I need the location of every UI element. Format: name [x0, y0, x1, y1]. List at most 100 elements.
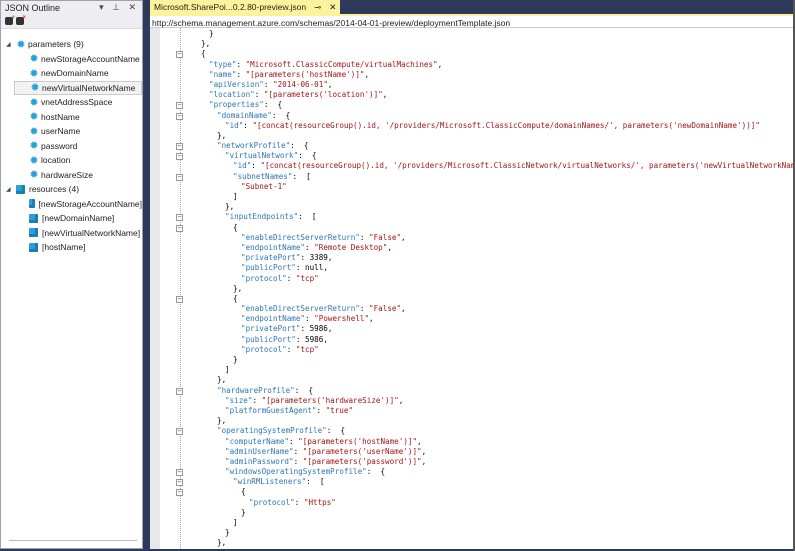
tree-item[interactable]: ✹ location [1, 153, 142, 168]
tree-item[interactable]: [newVirtualNetworkName] [1, 226, 142, 241]
json-punct: { [233, 222, 238, 232]
json-string: "Https" [303, 497, 336, 507]
code-line: "privatePort": 5986, [150, 324, 793, 334]
tree-item[interactable]: ✹ hardwareSize [1, 168, 142, 183]
tab-active-document[interactable]: Microsoft.SharePoi...0.2.80-preview.json… [150, 0, 341, 14]
json-key: "id" [225, 120, 244, 130]
tree-item[interactable]: ✹ newVirtualNetworkName [14, 80, 142, 95]
code-line: "id": "[concat(resourceGroup().id, '/pro… [150, 161, 795, 171]
pin-icon[interactable]: ⊸ [314, 2, 321, 12]
gear-icon: ✹ [29, 169, 39, 182]
json-string: "[parameters('hostName')]" [245, 69, 365, 79]
code-text: "privatePort": 5986, [241, 324, 332, 334]
gear-icon: ✹ [29, 67, 39, 80]
colon: : [295, 263, 306, 273]
tree-item[interactable]: [hostName] [1, 240, 142, 255]
close-icon[interactable]: ✕ [329, 2, 336, 12]
expand-triangle-icon[interactable]: ◢ [6, 186, 14, 193]
json-string: "Microsoft.ClassicCompute/virtualMachine… [245, 59, 438, 69]
tree-item[interactable]: ✹ hostName [1, 110, 142, 125]
colon: : [300, 324, 310, 334]
json-punct: } [241, 507, 246, 517]
fold-toggle-icon[interactable]: − [176, 489, 183, 497]
tree-item[interactable]: [newDomainName] [1, 211, 142, 226]
json-punct: [ [315, 477, 325, 487]
panel-window-controls[interactable]: ▾ ⊥ ✕ [99, 2, 139, 13]
tree-item[interactable]: ✹ newStorageAccountName [1, 52, 142, 67]
code-text: "protocol": "Https" [249, 498, 336, 508]
code-line: } [150, 355, 793, 365]
json-punct: }, [233, 283, 243, 293]
tree-group-label: parameters (9) [28, 39, 84, 50]
fold-toggle-icon[interactable]: − [176, 469, 183, 477]
colon: : [294, 497, 304, 507]
code-text: "inputEndpoints": [ [225, 212, 316, 222]
fold-toggle-icon[interactable]: − [176, 428, 183, 436]
tree-group-1[interactable]: ◢ resources (4) [1, 182, 142, 197]
json-key: "protocol" [241, 273, 287, 283]
json-punct: [ [301, 171, 311, 181]
add-node-icon[interactable]: + [5, 15, 15, 25]
tree-item[interactable]: ✹ password [1, 139, 142, 154]
fold-toggle-icon[interactable]: − [176, 479, 183, 487]
code-line: "endpointName": "Remote Desktop", [150, 243, 793, 253]
schema-url: http://schema.management.azure.com/schem… [152, 18, 511, 28]
fold-toggle-icon[interactable]: − [176, 224, 183, 232]
tree-item[interactable]: [newStorageAccountName] [1, 197, 142, 212]
code-line: − "properties": { [150, 100, 793, 110]
fold-toggle-icon[interactable]: − [176, 143, 183, 151]
fold-toggle-icon[interactable]: − [176, 214, 183, 222]
code-line: }, [150, 375, 793, 385]
tree-item-label: userName [41, 126, 81, 137]
code-text: "protocol": "tcp" [241, 345, 319, 355]
json-string: "[parameters('password')]" [302, 456, 422, 466]
json-punct: , [421, 456, 427, 466]
colon: : [359, 232, 370, 242]
code-text: "location": "[parameters('location')]", [209, 90, 387, 100]
code-line: "name": "[parameters('hostName')]", [150, 70, 793, 80]
json-key: "size" [225, 395, 253, 405]
expand-triangle-icon[interactable]: ◢ [6, 41, 14, 48]
json-punct: { [233, 293, 238, 303]
code-area[interactable]: }}, −{"type": "Microsoft.ClassicCompute/v… [150, 29, 795, 549]
remove-node-icon[interactable]: × [16, 15, 26, 25]
colon: : [236, 59, 246, 69]
fold-toggle-icon[interactable]: − [176, 387, 183, 395]
fold-toggle-icon[interactable]: − [176, 102, 183, 110]
gear-icon: ✹ [29, 53, 39, 66]
fold-toggle-icon[interactable]: − [176, 153, 183, 161]
tree-item-label: [newVirtualNetworkName] [42, 227, 141, 238]
code-line: "id": "[concat(resourceGroup().id, '/pro… [150, 121, 793, 131]
code-line: − "inputEndpoints": [ [150, 212, 793, 222]
code-line: "Subnet-1" [150, 182, 793, 192]
tree-item[interactable]: ✹ userName [1, 124, 142, 139]
cube-icon [29, 199, 35, 209]
fold-toggle-icon[interactable]: − [176, 295, 183, 303]
fold-toggle-icon[interactable]: − [176, 112, 183, 120]
fold-toggle-icon[interactable]: − [176, 51, 183, 59]
tree-item-label: [newDomainName] [42, 213, 115, 224]
code-text: { [201, 49, 206, 59]
code-text: "size": "[parameters('hardwareSize')]", [225, 396, 403, 406]
tree-group-0[interactable]: ◢ ✹ parameters (9) [1, 37, 142, 52]
code-text: "type": "Microsoft.ClassicCompute/virtua… [209, 60, 442, 70]
code-line: }, [150, 284, 793, 294]
tree-item[interactable]: ✹ vnetAddressSpace [1, 95, 142, 110]
json-key: "winRMListeners" [233, 477, 307, 487]
fold-toggle-icon[interactable]: − [176, 173, 183, 181]
colon: : [326, 426, 336, 436]
code-line: ] [150, 365, 793, 375]
json-punct: ] [233, 192, 238, 201]
code-line: − "winRMListeners": [ [150, 477, 793, 487]
tree-item-label: hardwareSize [41, 169, 93, 180]
code-line: −{ [150, 49, 793, 59]
tree-item[interactable]: ✹ newDomainName [1, 66, 142, 81]
schema-url-bar[interactable]: http://schema.management.azure.com/schem… [150, 14, 793, 28]
json-string: "Subnet-1" [241, 181, 287, 191]
code-line: }, [150, 202, 793, 212]
json-key: "type" [209, 59, 237, 69]
code-text: "endpointName": "Powershell", [241, 314, 374, 324]
code-text: "hardwareProfile": { [217, 386, 313, 396]
code-text: "networkProfile": { [217, 141, 308, 151]
cube-icon [29, 228, 38, 238]
